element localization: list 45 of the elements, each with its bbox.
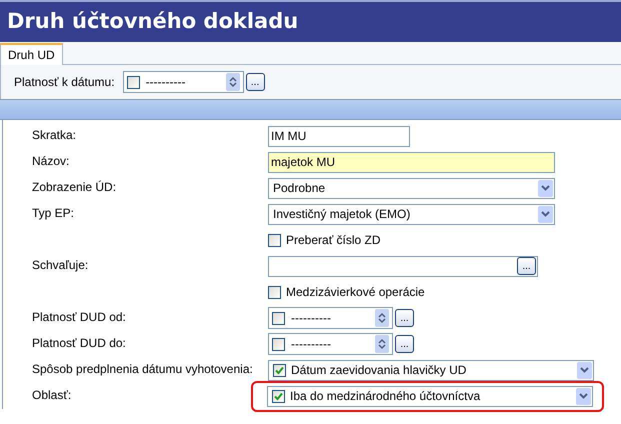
spinner-icon[interactable] [226, 73, 240, 91]
lookup-field[interactable]: ... [268, 256, 538, 276]
filter-label: Platnosť k dátumu: [14, 74, 115, 91]
checkbox-label: Medzizávierkové operácie [286, 284, 425, 301]
checkbox[interactable] [273, 364, 286, 376]
field-label: Oblasť: [32, 388, 72, 402]
date-value: ---------- [291, 311, 331, 325]
field-label: Schvaľuje: [32, 258, 88, 272]
field-label: Platnosť DUD do: [32, 336, 126, 350]
checkbox[interactable] [272, 390, 285, 402]
field-label: Spôsob predplnenia dátumu vyhotovenia: [32, 362, 253, 376]
text-field[interactable]: IM MU [268, 126, 410, 146]
checkbox[interactable] [126, 76, 140, 88]
tab[interactable]: Druh UD [0, 43, 63, 65]
dropdown[interactable]: Iba do medzinárodného účtovníctva [267, 386, 593, 406]
browse-button[interactable]: ... [246, 73, 265, 91]
dropdown-value: Podrobne [273, 181, 326, 195]
checkbox[interactable] [272, 312, 285, 324]
dropdown-value: Iba do medzinárodného účtovníctva [290, 389, 480, 403]
field-label: Typ EP: [32, 206, 74, 220]
date-value: ---------- [146, 75, 186, 89]
dropdown[interactable]: Investičný majetok (EMO) [268, 204, 555, 224]
checkbox[interactable] [272, 338, 285, 350]
browse-button[interactable]: ... [395, 335, 414, 353]
browse-button[interactable]: ... [517, 257, 536, 275]
dropdown[interactable]: Podrobne [268, 178, 555, 198]
field-label: Zobrazenie ÚD: [32, 180, 116, 194]
dropdown[interactable]: Dátum zaevidovania hlavičky UD [268, 360, 594, 380]
date-field[interactable]: ---------- [268, 333, 393, 355]
dropdown-value: Dátum zaevidovania hlavičky UD [291, 363, 466, 377]
checkbox[interactable] [268, 234, 281, 246]
date-field[interactable]: ---------- [122, 71, 244, 93]
text-field[interactable]: majetok MU [268, 152, 555, 172]
date-value: ---------- [291, 337, 331, 351]
date-field[interactable]: ---------- [268, 307, 393, 329]
field-label: Skratka: [32, 128, 76, 142]
dropdown-value: Investičný majetok (EMO) [273, 207, 410, 221]
field-label: Platnosť DUD od: [32, 310, 126, 324]
checkbox[interactable] [268, 286, 281, 298]
spinner-icon[interactable] [375, 309, 389, 327]
browse-button[interactable]: ... [395, 309, 414, 327]
field-label: Názov: [32, 154, 70, 168]
spinner-icon[interactable] [375, 335, 389, 353]
window-title: Druh účtovného dokladu [7, 8, 298, 36]
checkbox-label: Preberať číslo ZD [286, 232, 381, 249]
